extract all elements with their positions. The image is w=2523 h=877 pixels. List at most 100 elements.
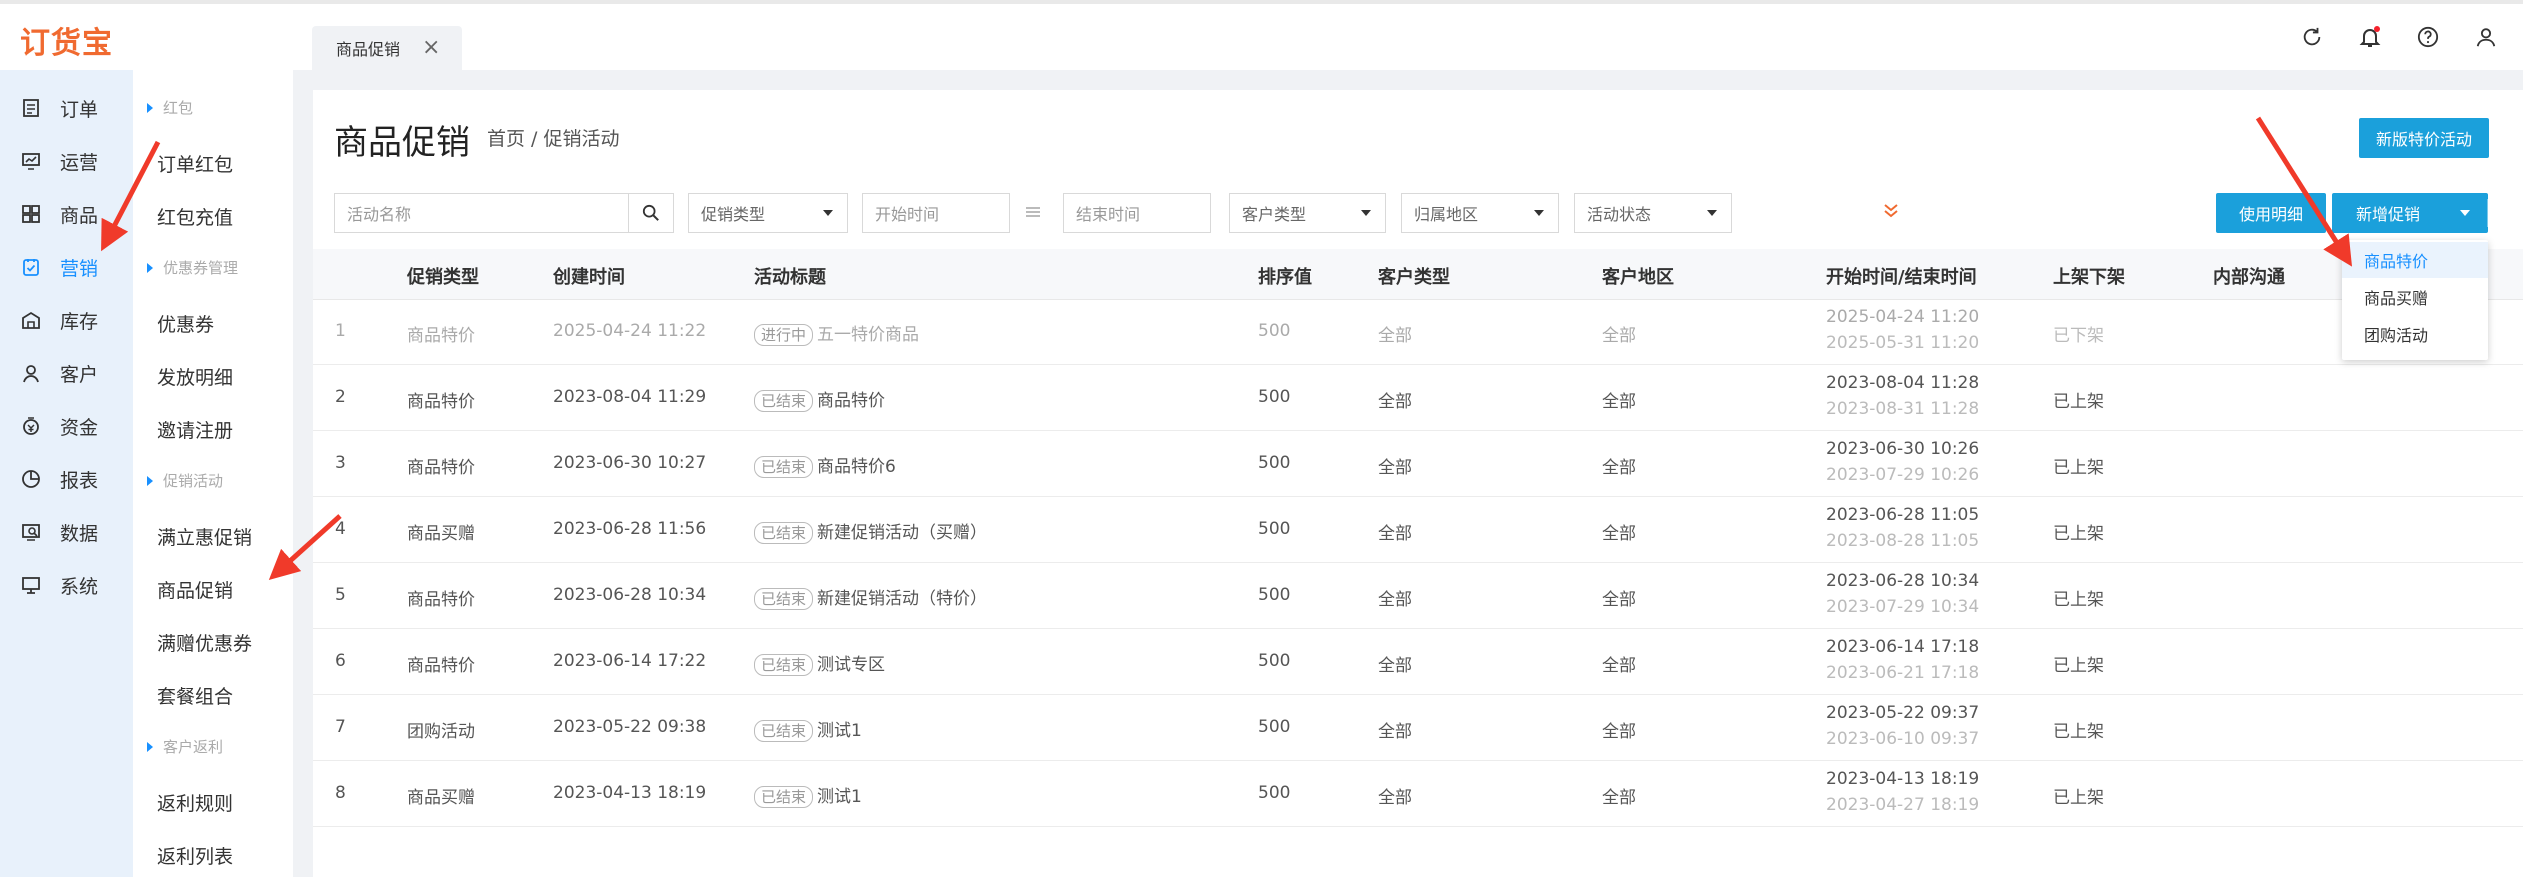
sidebar-item-report[interactable]: 报表 (0, 459, 133, 499)
submenu-item-coupon[interactable]: 优惠券 (157, 310, 214, 337)
sidebar-item-operation[interactable]: 运营 (0, 141, 133, 181)
sidebar-item-order[interactable]: 订单 (0, 88, 133, 128)
submenu-item-goods-promotion[interactable]: 商品促销 (157, 576, 233, 603)
submenu-item-issue-detail[interactable]: 发放明细 (157, 363, 233, 390)
submenu-group-coupon: 优惠券管理 (147, 257, 238, 278)
help-icon[interactable] (2413, 22, 2443, 52)
primary-sidebar: 订单 运营 商品 营销 库存 客户 资金 报表 数据 系统 (0, 70, 133, 877)
end-time-input[interactable]: 结束时间 (1063, 193, 1211, 233)
dropdown-item-buy-gift[interactable]: 商品买赠 (2342, 279, 2488, 315)
activity-title-link[interactable]: 测试1 (817, 721, 862, 741)
submenu-item-rebate-list[interactable]: 返利列表 (157, 842, 233, 869)
shelf-status: 已上架 (2053, 788, 2104, 808)
sidebar-item-marketing[interactable]: 营销 (0, 247, 133, 287)
column-header-time-range[interactable]: 开始时间/结束时间 (1826, 263, 1977, 289)
sidebar-item-data[interactable]: 数据 (0, 512, 133, 552)
sidebar-item-goods[interactable]: 商品 (0, 194, 133, 234)
search-icon (642, 204, 659, 221)
activity-title-link[interactable]: 五一特价商品 (817, 325, 919, 345)
page-title: 商品促销 (334, 123, 470, 163)
status-select[interactable]: 活动状态 (1574, 193, 1732, 233)
table-row[interactable]: 2 商品特价 2023-08-04 11:29 已结束 商品特价 500 全部 全… (313, 365, 2523, 431)
customer-type-select[interactable]: 客户类型 (1229, 193, 1386, 233)
column-header-region[interactable]: 客户地区 (1602, 263, 1674, 289)
sidebar-item-money[interactable]: 资金 (0, 406, 133, 446)
column-header-internal[interactable]: 内部沟通 (2213, 263, 2285, 289)
calendar-icon (1024, 204, 1042, 226)
search-button[interactable] (628, 193, 674, 233)
status-badge: 已结束 (754, 720, 814, 742)
shelf-status: 已上架 (2053, 392, 2104, 412)
table-row[interactable]: 1 商品特价 2025-04-24 11:22 进行中 五一特价商品 500 全部… (313, 299, 2523, 365)
table-row[interactable]: 3 商品特价 2023-06-30 10:27 已结束 商品特价6 500 全部 … (313, 431, 2523, 497)
column-header-title[interactable]: 活动标题 (754, 263, 826, 289)
caret-down-icon (1707, 210, 1717, 216)
warehouse-icon (20, 309, 42, 331)
column-header-shelf[interactable]: 上架下架 (2053, 263, 2125, 289)
activity-title-link[interactable]: 商品特价 (817, 391, 885, 411)
sidebar-item-warehouse[interactable]: 库存 (0, 300, 133, 340)
status-badge: 进行中 (754, 324, 814, 346)
caret-down-icon (1361, 210, 1371, 216)
submenu-group-rebate: 客户返利 (147, 736, 223, 757)
expand-filters-icon[interactable] (1882, 202, 1900, 224)
close-icon[interactable]: × (422, 37, 440, 59)
tab-goods-promotion[interactable]: 商品促销 × (312, 26, 462, 70)
report-icon (20, 468, 42, 490)
user-icon[interactable] (2471, 22, 2501, 52)
status-badge: 已结束 (754, 786, 814, 808)
promo-type-select[interactable]: 促销类型 (688, 193, 848, 233)
table-header: 促销类型 创建时间 活动标题 排序值 客户类型 客户地区 开始时间/结束时间 上… (313, 249, 2523, 300)
submenu-item-red-packet-recharge[interactable]: 红包充值 (157, 203, 233, 230)
money-icon (20, 415, 42, 437)
activity-name-input[interactable]: 活动名称 (334, 193, 629, 233)
breadcrumb[interactable]: 首页 / 促销活动 (487, 124, 619, 151)
sidebar-item-customer[interactable]: 客户 (0, 353, 133, 393)
add-promotion-button[interactable]: 新增促销 (2332, 193, 2488, 233)
caret-down-icon[interactable] (2460, 210, 2470, 216)
table-row[interactable]: 8 商品买赠 2023-04-13 18:19 已结束 测试1 500 全部 全部… (313, 761, 2523, 827)
dropdown-item-special-price[interactable]: 商品特价 (2342, 242, 2488, 278)
region-select[interactable]: 归属地区 (1401, 193, 1559, 233)
secondary-menu: 红包 订单红包 红包充值 优惠券管理 优惠券 发放明细 邀请注册 促销活动 满立… (133, 70, 293, 877)
activity-title-link[interactable]: 新建促销活动（特价） (817, 589, 987, 609)
status-badge: 已结束 (754, 390, 814, 412)
table-row[interactable]: 4 商品买赠 2023-06-28 11:56 已结束 新建促销活动（买赠） 50… (313, 497, 2523, 563)
sidebar-item-system[interactable]: 系统 (0, 565, 133, 605)
operation-icon (20, 150, 42, 172)
order-icon (20, 97, 42, 119)
activity-title-link[interactable]: 新建促销活动（买赠） (817, 523, 987, 543)
column-header-customer-type[interactable]: 客户类型 (1378, 263, 1450, 289)
goods-icon (20, 203, 42, 225)
refresh-icon[interactable] (2297, 22, 2327, 52)
shelf-status: 已下架 (2053, 326, 2104, 346)
activity-title-link[interactable]: 测试1 (817, 787, 862, 807)
submenu-item-order-red-packet[interactable]: 订单红包 (157, 150, 233, 177)
table-row[interactable]: 5 商品特价 2023-06-28 10:34 已结束 新建促销活动（特价） 50… (313, 563, 2523, 629)
shelf-status: 已上架 (2053, 590, 2104, 610)
table-row[interactable]: 7 团购活动 2023-05-22 09:38 已结束 测试1 500 全部 全部… (313, 695, 2523, 761)
column-header-created[interactable]: 创建时间 (553, 263, 625, 289)
table-row[interactable]: 6 商品特价 2023-06-14 17:22 已结束 测试专区 500 全部 全… (313, 629, 2523, 695)
column-header-sort[interactable]: 排序值 (1258, 263, 1312, 289)
activity-title-link[interactable]: 测试专区 (817, 655, 885, 675)
submenu-item-invite-register[interactable]: 邀请注册 (157, 416, 233, 443)
submenu-item-gift-coupon[interactable]: 满赠优惠券 (157, 629, 252, 656)
bell-icon[interactable] (2355, 22, 2385, 52)
status-badge: 已结束 (754, 522, 814, 544)
submenu-group-promotion: 促销活动 (147, 470, 223, 491)
new-special-activity-button[interactable]: 新版特价活动 (2359, 118, 2489, 158)
app-logo: 订货宝 (20, 26, 113, 61)
caret-right-icon (147, 102, 153, 113)
column-header-type[interactable]: 促销类型 (407, 263, 479, 289)
submenu-item-rebate-rules[interactable]: 返利规则 (157, 789, 233, 816)
usage-detail-button[interactable]: 使用明细 (2216, 193, 2326, 233)
start-time-input[interactable]: 开始时间 (862, 193, 1010, 233)
submenu-item-full-discount[interactable]: 满立惠促销 (157, 523, 252, 550)
customer-icon (20, 362, 42, 384)
dropdown-item-group-buy[interactable]: 团购活动 (2342, 316, 2488, 352)
caret-right-icon (147, 741, 153, 752)
activity-title-link[interactable]: 商品特价6 (817, 457, 896, 477)
submenu-item-bundle[interactable]: 套餐组合 (157, 682, 233, 709)
caret-right-icon (147, 475, 153, 486)
